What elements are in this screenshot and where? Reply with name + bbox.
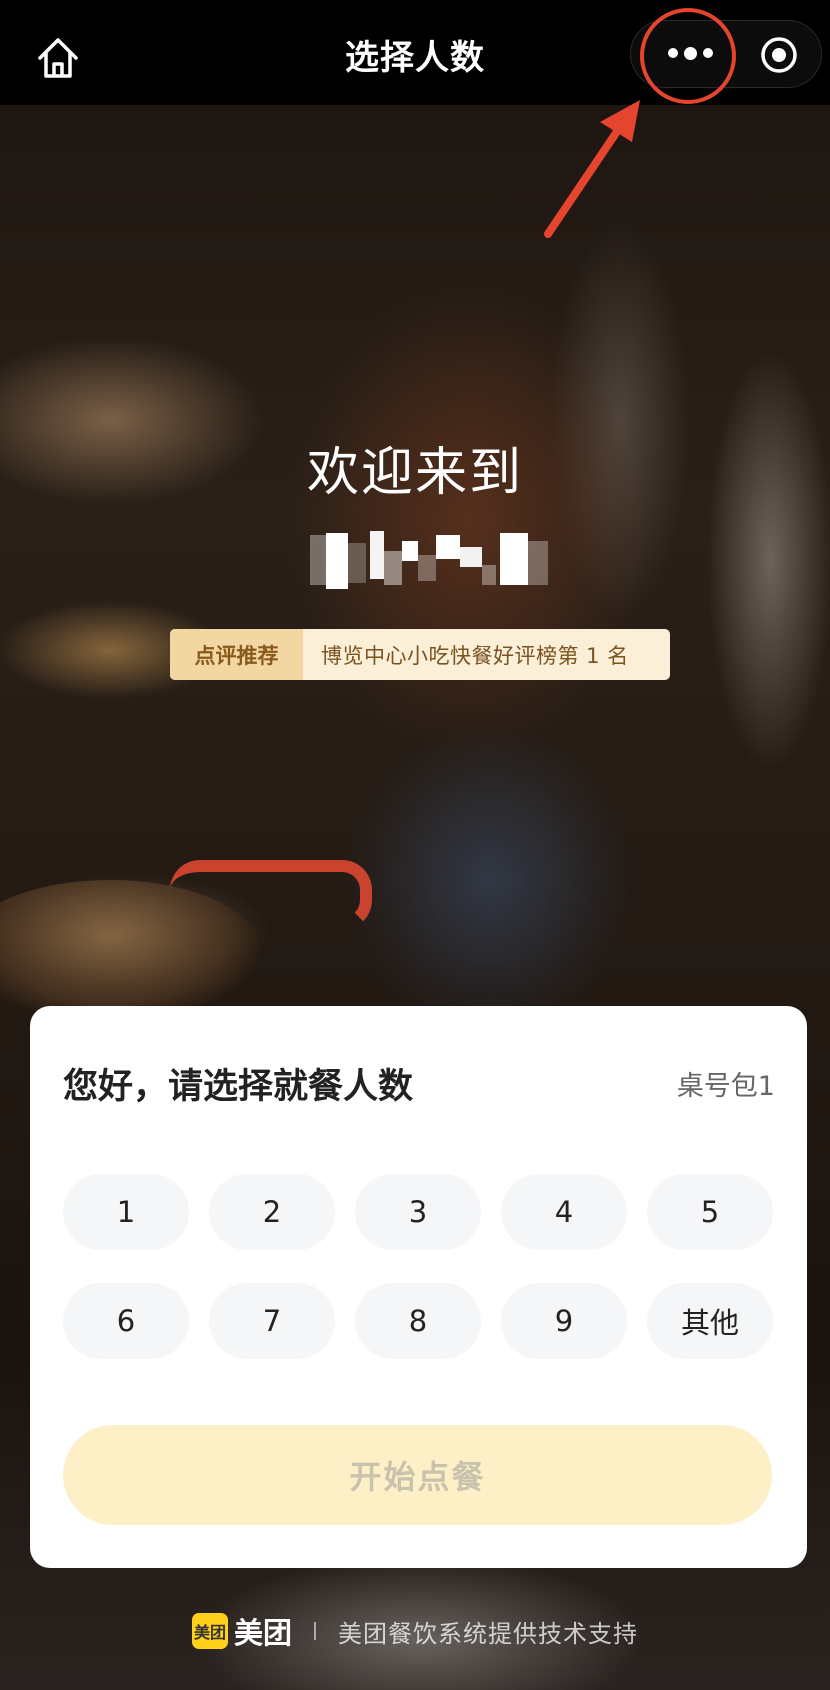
annotation-arrow [544, 100, 640, 238]
party-size-option-3[interactable]: 3 [355, 1174, 481, 1250]
target-icon [761, 37, 797, 73]
party-size-option-7[interactable]: 7 [209, 1283, 335, 1359]
close-miniprogram-button[interactable] [760, 36, 798, 74]
recommendation-badge: 点评推荐 博览中心小吃快餐好评榜第 1 名 [170, 629, 670, 680]
party-size-option-2[interactable]: 2 [209, 1174, 335, 1250]
party-size-option-9[interactable]: 9 [501, 1283, 627, 1359]
table-number: 桌号包1 [676, 1071, 775, 1102]
party-size-option-6[interactable]: 6 [63, 1283, 189, 1359]
meituan-logo-icon: 美团 [191, 1613, 228, 1649]
footer: 美团 美团 美团餐饮系统提供技术支持 [0, 1610, 830, 1652]
recommendation-text: 博览中心小吃快餐好评榜第 1 名 [321, 643, 629, 668]
recommendation-tag: 点评推荐 [170, 629, 303, 680]
brand-name: 美团 [233, 1616, 292, 1650]
store-name-pixelated [310, 531, 548, 589]
pan-handle-decoration [170, 860, 372, 930]
annotation-circle [640, 8, 736, 104]
party-size-option-1[interactable]: 1 [63, 1174, 189, 1250]
party-size-option-8[interactable]: 8 [355, 1283, 481, 1359]
party-size-option-4[interactable]: 4 [501, 1174, 627, 1250]
party-size-option-5[interactable]: 5 [647, 1174, 773, 1250]
footer-divider [314, 1622, 316, 1640]
start-ordering-button[interactable]: 开始点餐 [63, 1425, 772, 1525]
party-size-option-other[interactable]: 其他 [647, 1283, 773, 1359]
tech-support-text: 美团餐饮系统提供技术支持 [338, 1619, 638, 1648]
party-size-card: 您好，请选择就餐人数 桌号包1 1 2 3 4 5 6 7 8 9 其他 开始点… [30, 1006, 807, 1568]
welcome-text: 欢迎来到 [306, 443, 523, 503]
card-title: 您好，请选择就餐人数 [63, 1067, 414, 1107]
